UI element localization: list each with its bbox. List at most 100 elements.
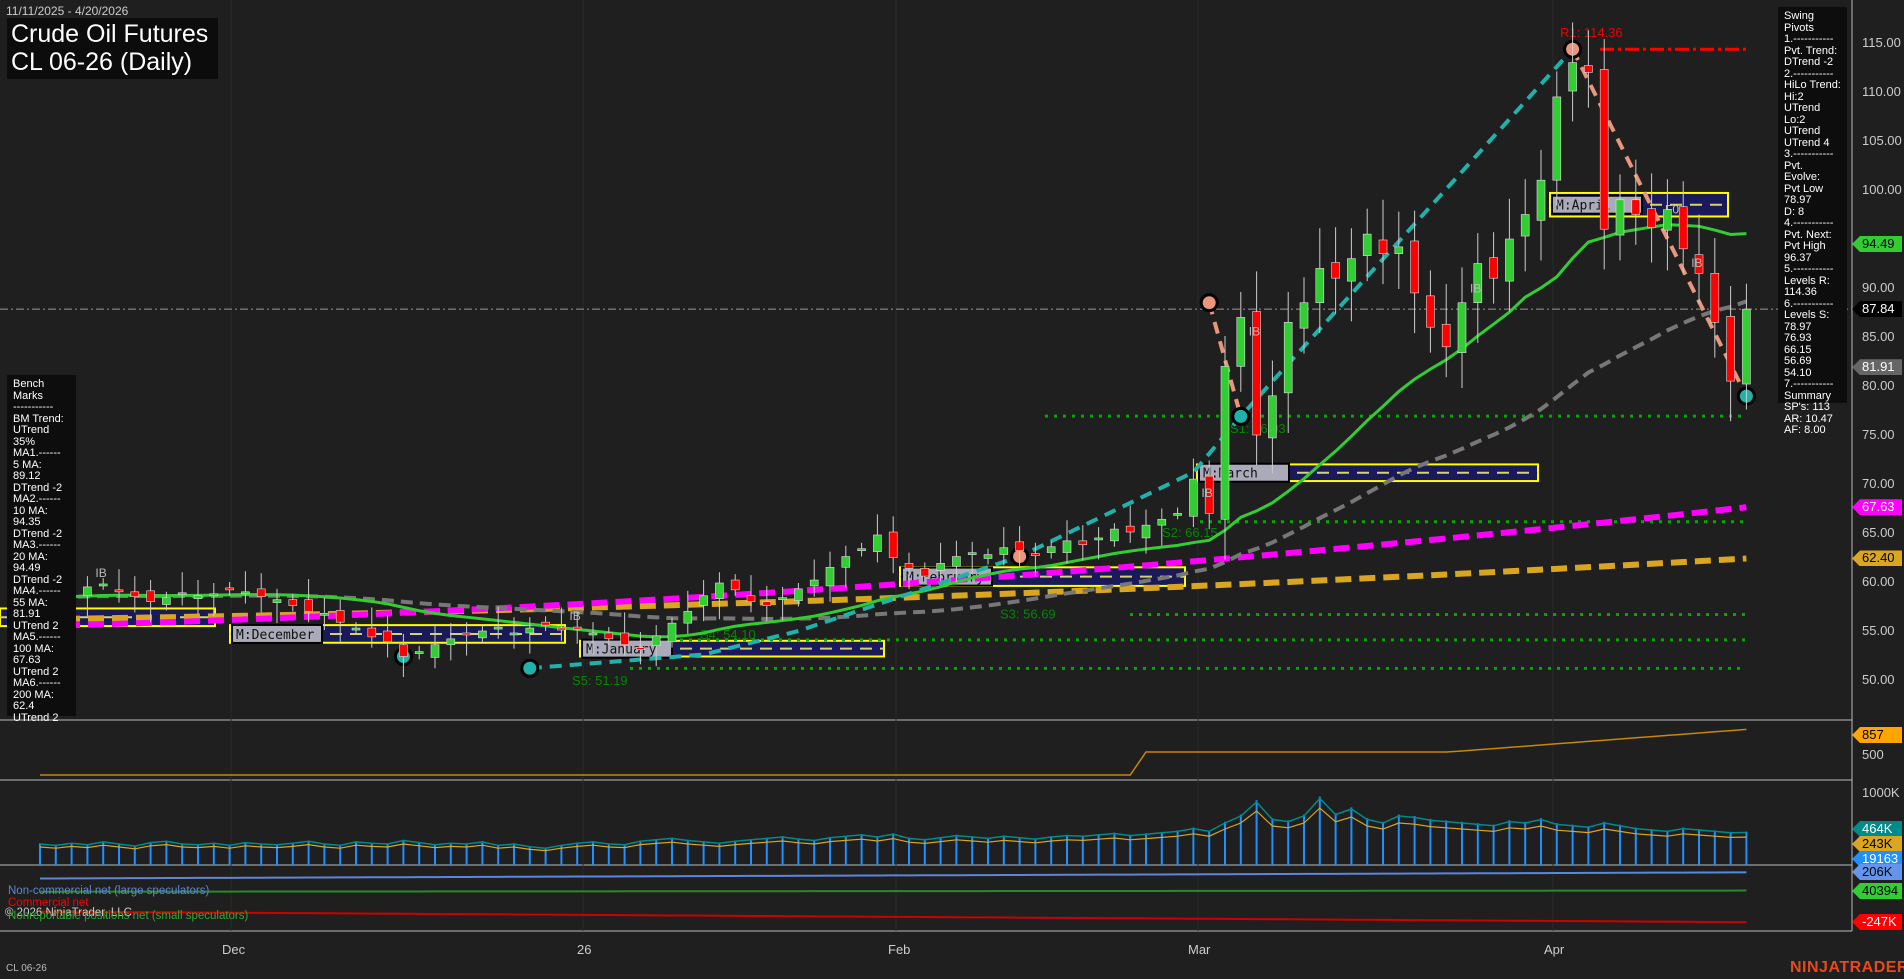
nonreportable-line (39, 889, 1747, 893)
legend-nonreportable: Nonreportable positions net (small specu… (8, 910, 249, 922)
swing_pivots-line: Lo:2 UTrend (1784, 113, 1821, 137)
candle-body (1299, 302, 1309, 329)
bench-marks-panel: Bench Marks ----------- BM Trend: UTrend 35… (7, 375, 76, 723)
price-tick: 55.00 (1862, 623, 1895, 638)
candle-body (130, 591, 140, 597)
price-tick: 70.00 (1862, 476, 1895, 491)
x-label-feb: Feb (888, 942, 911, 957)
x-label-dec: Dec (222, 942, 246, 957)
candle-body (430, 644, 440, 658)
candle-body (904, 563, 914, 569)
candle-body (667, 622, 677, 643)
candle-body (288, 599, 298, 606)
bench_marks-line: MA1.------ (13, 447, 61, 459)
swing_pivots-line: 7.----------- (1784, 378, 1834, 390)
candle-body (525, 627, 535, 634)
swing_pivots-line: 3.----------- (1784, 148, 1834, 160)
candle-body (651, 635, 661, 647)
ib-label: IB (1201, 486, 1212, 500)
price-tick: 105.00 (1862, 133, 1902, 148)
candle-body (1157, 518, 1167, 526)
candle-body (1331, 262, 1340, 279)
price-tag: 62.40 (1852, 550, 1902, 567)
candle-body (367, 627, 377, 638)
candle-body (746, 595, 756, 602)
cot-index-line (40, 728, 1747, 776)
candle-body (1078, 540, 1088, 546)
noncommercial-line (39, 871, 1747, 880)
indicator-tag: 40394 (1852, 883, 1902, 899)
price-tick: 90.00 (1862, 280, 1895, 295)
candle-body (1568, 62, 1577, 92)
candle-body (272, 599, 282, 603)
candle-body (1520, 214, 1530, 237)
swing_pivots-line: AF: 8.00 (1784, 424, 1826, 436)
candle-body (1315, 268, 1325, 303)
bench_marks-line: 94.35 (13, 516, 41, 528)
candle-body (683, 611, 693, 624)
candle-body (193, 595, 203, 599)
lower-axis-tick: 500 (1862, 747, 1884, 762)
candle-body (209, 593, 219, 597)
candle-body (572, 626, 582, 630)
price-tick: 85.00 (1862, 329, 1895, 344)
candle-body (225, 587, 234, 591)
indicator-tag: 243K (1852, 836, 1902, 852)
candle-body (304, 599, 313, 612)
candle-body (478, 630, 487, 639)
candle-body (841, 556, 851, 568)
date-range: 11/11/2025 - 4/20/2026 (6, 4, 129, 18)
candle-body (1742, 308, 1751, 385)
candle-body (1015, 541, 1024, 551)
price-chart[interactable]: M:DecemberM:JanuaryM:FebruaryM:MarchM:Ap… (0, 0, 1904, 979)
ib-label: IB (1470, 282, 1481, 296)
candle-body (146, 590, 155, 602)
swing_pivots-line: 114.36 (1784, 286, 1817, 298)
price-tag: 87.84 (1852, 301, 1902, 318)
candle-body (462, 632, 471, 636)
lower-axis-tick: 1000K (1862, 785, 1900, 800)
candle-body (873, 534, 882, 552)
price-tick: 115.00 (1862, 35, 1901, 50)
swing_pivots-line: Pvt. Evolve: (1784, 159, 1821, 183)
bench_marks-line: 94.49 (13, 562, 41, 574)
candle-body (1710, 272, 1720, 323)
swing_pivots-line: Pvt High (1784, 240, 1826, 252)
candle-body (335, 610, 345, 623)
price-tag: 67.63 (1852, 499, 1902, 516)
candle-body (1394, 246, 1404, 254)
candle-body (1726, 316, 1735, 382)
level-label-r1: R1: 114.36 (1560, 25, 1623, 40)
x-label-apr: Apr (1544, 942, 1565, 957)
candle-body (1220, 366, 1230, 520)
candle-body (1599, 69, 1609, 230)
bench_marks-line: MA3.------ (13, 539, 61, 551)
bench_marks-line: Bench Marks (13, 378, 45, 402)
candle-body (493, 626, 503, 630)
candle-body (588, 632, 598, 636)
candle-body (1110, 528, 1119, 542)
x-label-26: 26 (577, 942, 592, 957)
bench_marks-line: MA4.------ (13, 585, 61, 597)
candle-body (1663, 209, 1672, 231)
indicator-tag: -247K (1852, 914, 1902, 930)
swing-pivots-panel: Swing Pivots 1.----------- Pvt. Trend: DTre… (1778, 7, 1847, 436)
price-tick: 110.00 (1862, 84, 1901, 99)
symbol-label: CL 06-26 (6, 963, 47, 974)
indicator-tag: 206K (1852, 864, 1902, 880)
candle-body (794, 588, 803, 601)
price-tag: 94.49 (1852, 235, 1902, 252)
bench_marks-line: 67.63 (13, 654, 41, 666)
candle-body (446, 638, 456, 646)
bench_marks-line: MA2.------ (13, 493, 61, 505)
ninjatrader-logo: NINJATRADER (1790, 959, 1904, 976)
bench_marks-line: 81.91 (13, 608, 41, 620)
candle-body (1615, 199, 1625, 236)
candle-body (1347, 258, 1356, 282)
price-tag: 81.91 (1852, 359, 1902, 376)
bench_marks-line: UTrend 2 (13, 711, 59, 724)
candle-body (1189, 478, 1198, 517)
candle-body (1062, 540, 1072, 553)
candle-body (1378, 239, 1388, 254)
candle-body (1410, 240, 1419, 294)
